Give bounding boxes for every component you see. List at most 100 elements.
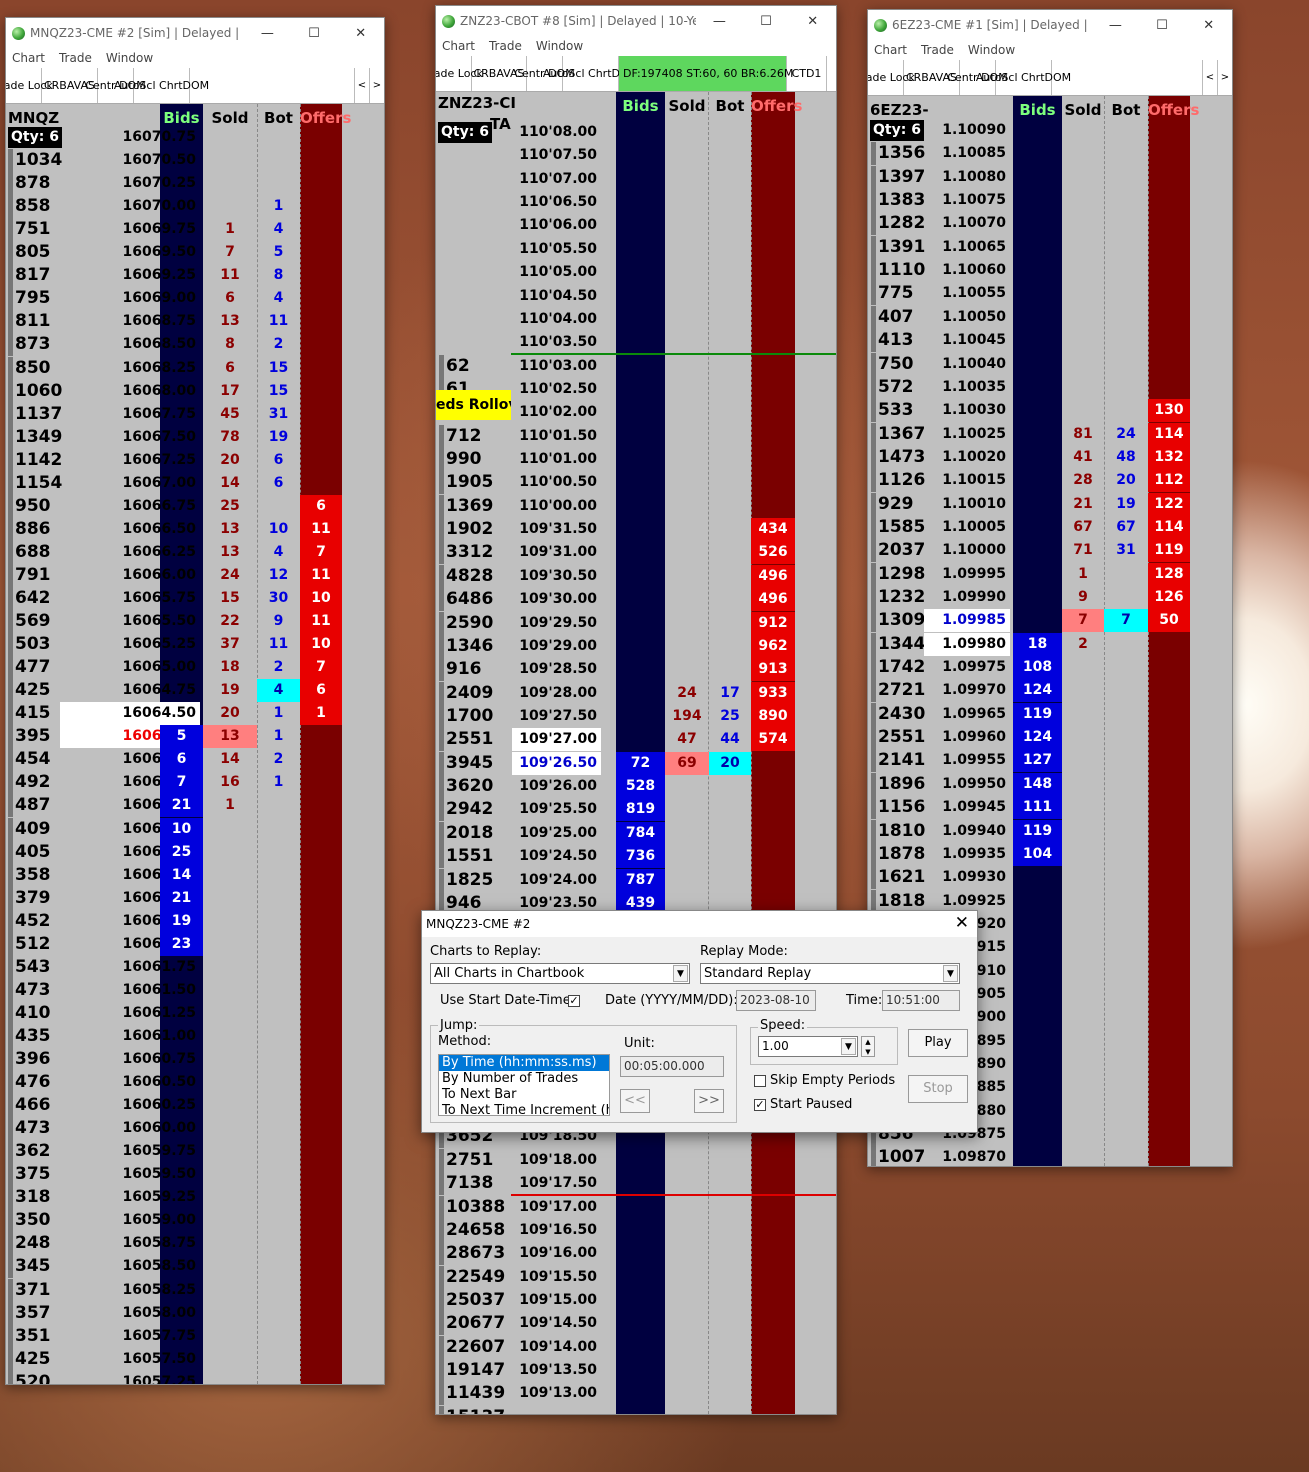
jump-back-button[interactable]: << (620, 1089, 650, 1113)
ladder-row[interactable]: 950 16066.75 25 6 (6, 494, 384, 518)
ctd1-button[interactable]: CTD1 (787, 56, 827, 91)
ladder-row[interactable]: 110'05.00 (436, 261, 836, 284)
ladder-row[interactable]: 1383 1.10075 (868, 189, 1232, 213)
maximize-icon[interactable]: ☐ (294, 26, 334, 41)
ladder-row[interactable]: 39516064.255131 (6, 725, 384, 749)
method-list[interactable]: By Time (hh:mm:ss.ms) By Number of Trade… (438, 1054, 610, 1116)
ladder-row[interactable]: 805 16069.50 7 5 (6, 241, 384, 265)
ladder-row[interactable]: 11439 109'13.00 (436, 1382, 836, 1406)
ladder-row[interactable]: 750 1.10040 (868, 352, 1232, 376)
ladder-row[interactable]: 19147 109'13.50 (436, 1359, 836, 1383)
ladder-row[interactable]: 1825 109'24.00 787 (436, 868, 836, 892)
scroll-right-icon[interactable]: > (1217, 60, 1232, 95)
chevron-down-icon[interactable]: ▼ (673, 965, 688, 982)
ladder-row[interactable]: 2141 1.09955 127 (868, 749, 1232, 773)
ladder-row[interactable]: 110'05.50 (436, 238, 836, 261)
ladder-row[interactable]: 62 110'03.00 (436, 354, 836, 378)
menu-chart[interactable]: Chart (874, 43, 907, 57)
ladder-row[interactable]: 45416064.006142 (6, 748, 384, 772)
ladder-row[interactable]: 642 16065.75 15 30 10 (6, 587, 384, 610)
ladder-row[interactable]: 1007 1.09870 (868, 1146, 1232, 1166)
title-bar[interactable]: MNQZ23-CME #2 [Sim] | Delayed | Mi... — ☐… (6, 18, 384, 48)
jump-forward-button[interactable]: >> (694, 1089, 724, 1113)
speed-spinner-icon[interactable]: ▲ ▼ (861, 1036, 875, 1057)
method-option[interactable]: To Next Bar (439, 1087, 609, 1103)
play-button[interactable]: Play (908, 1029, 968, 1057)
title-bar[interactable]: ZNZ23-CBOT #8 [Sim] | Delayed | 10-Year.… (436, 6, 836, 36)
ladder-row[interactable]: 850 16068.25 6 15 (6, 356, 384, 380)
ladder-row[interactable]: 248 16058.75 (6, 1232, 384, 1256)
dom-window-zn[interactable]: ZNZ23-CBOT #8 [Sim] | Delayed | 10-Year.… (435, 5, 837, 1415)
ladder-row[interactable]: 110'07.50 (436, 144, 836, 167)
ladder-row[interactable]: 4828 109'30.50 496 (436, 564, 836, 588)
scroll-right-icon[interactable]: > (369, 68, 384, 103)
ladder-row[interactable]: 1126 1.10015 28 20 112 (868, 469, 1232, 493)
ladder-row[interactable]: 110'04.00 (436, 308, 836, 331)
ladder-row[interactable]: 371 16058.25 (6, 1278, 384, 1302)
trade-lock-button[interactable]: Trade Lock (436, 56, 483, 91)
ladder-row[interactable]: 3945 109'26.50 72 69 20 (436, 751, 836, 775)
ladder-row[interactable]: 1156 1.09945 111 (868, 796, 1232, 820)
ladder-row[interactable]: 1397 1.10080 (868, 165, 1232, 189)
ladder-row[interactable]: 350 16059.00 (6, 1209, 384, 1233)
ladder-row[interactable]: 929 1.10010 21 19 122 (868, 492, 1232, 516)
ladder-row[interactable]: 22549 109'15.50 (436, 1265, 836, 1289)
ladder-row[interactable]: 407 1.10050 (868, 305, 1232, 329)
ladder-row[interactable]: 1585 1.10005 67 67 114 (868, 515, 1232, 539)
price-ladder[interactable]: MNQZ Bids Sold Bot Offers 16070.75 1034 16070.5… (6, 104, 384, 1384)
ladder-row[interactable]: 688 16066.25 13 4 7 (6, 540, 384, 564)
ladder-row[interactable]: 49216063.757161 (6, 771, 384, 795)
ladder-row[interactable]: 466 16060.25 (6, 1094, 384, 1118)
date-field[interactable]: 2023-08-10 (736, 990, 816, 1011)
ladder-row[interactable]: 817 16069.25 11 8 (6, 264, 384, 288)
ladder-row[interactable]: 1034 16070.50 (6, 149, 384, 173)
ladder-row[interactable]: 1367 1.10025 81 24 114 (868, 422, 1232, 446)
ladder-row[interactable]: 110'06.50 (436, 191, 836, 214)
ladder-row[interactable]: 7138 109'17.50 (436, 1172, 836, 1196)
ladder-row[interactable]: 533 1.10030 130 (868, 399, 1232, 423)
price-ladder[interactable]: ZNZ23-CI Bids Sold Bot Offers 110'08.00 110'07… (436, 92, 836, 1414)
ladder-row[interactable]: 2551 109'27.00 47 44 574 (436, 728, 836, 752)
ladder-row[interactable]: 858 16070.00 1 (6, 195, 384, 219)
menu-window[interactable]: Window (968, 43, 1015, 57)
method-option[interactable]: By Time (hh:mm:ss.ms) (439, 1055, 609, 1071)
ladder-row[interactable]: 1349 16067.50 78 19 (6, 425, 384, 449)
ladder-row[interactable]: 1905 110'00.50 (436, 471, 836, 495)
ladder-row[interactable]: 795 16069.00 6 4 (6, 287, 384, 311)
ladder-row[interactable]: 3312 109'31.00 526 (436, 541, 836, 565)
menu-window[interactable]: Window (106, 51, 153, 65)
ladder-row[interactable]: 473 16061.50 (6, 978, 384, 1002)
ladder-row[interactable]: 1742 1.09975 108 (868, 656, 1232, 680)
ladder-row[interactable]: 45216062.2519 (6, 909, 384, 933)
autoscl-button[interactable]: AutoScl ChrtDOM (543, 56, 638, 91)
unit-field[interactable]: 00:05:00.000 (620, 1056, 724, 1077)
ladder-row[interactable]: 16070.75 (6, 126, 384, 149)
ladder-row[interactable]: 28673 109'16.00 (436, 1242, 836, 1266)
ladder-row[interactable]: 1142 16067.25 20 6 (6, 448, 384, 472)
ladder-row[interactable]: 473 16060.00 (6, 1117, 384, 1141)
quantity-badge[interactable]: Qty: 6 (870, 120, 924, 141)
dialog-title-bar[interactable]: MNQZ23-CME #2 ✕ (422, 911, 977, 937)
quantity-badge[interactable]: Qty: 6 (438, 122, 492, 143)
ladder-row[interactable]: 791 16066.00 24 12 11 (6, 563, 384, 587)
ladder-row[interactable]: 345 16058.50 (6, 1255, 384, 1279)
ladder-row[interactable]: 362 16059.75 (6, 1140, 384, 1164)
ladder-row[interactable]: 1551 109'24.50 736 (436, 845, 836, 869)
ladder-row[interactable]: 35816062.7514 (6, 863, 384, 887)
chevron-down-icon[interactable]: ▼ (841, 1038, 856, 1055)
ladder-row[interactable]: 37916062.5021 (6, 886, 384, 910)
ladder-row[interactable]: 2721 1.09970 124 (868, 679, 1232, 703)
ladder-row[interactable]: 572 1.10035 (868, 375, 1232, 399)
ladder-row[interactable]: 1110 1.10060 (868, 259, 1232, 283)
ladder-row[interactable]: 916 109'28.50 913 (436, 658, 836, 682)
ladder-row[interactable]: 1309 1.09985 7 7 50 (868, 609, 1232, 633)
ladder-row[interactable]: 2942 109'25.50 819 (436, 798, 836, 822)
ladder-row[interactable]: 1344 1.09980 18 2 (868, 632, 1232, 656)
replay-mode-select[interactable]: Standard Replay ▼ (700, 963, 960, 984)
time-field[interactable]: 10:51:00 (882, 990, 960, 1011)
ladder-row[interactable]: 1902 109'31.50 434 (436, 518, 836, 542)
ladder-row[interactable]: 520 16057.25 (6, 1370, 384, 1384)
ladder-row[interactable]: 1810 1.09940 119 (868, 819, 1232, 843)
ladder-row[interactable]: 110'07.00 (436, 168, 836, 191)
ladder-row[interactable]: 811 16068.75 13 11 (6, 310, 384, 334)
